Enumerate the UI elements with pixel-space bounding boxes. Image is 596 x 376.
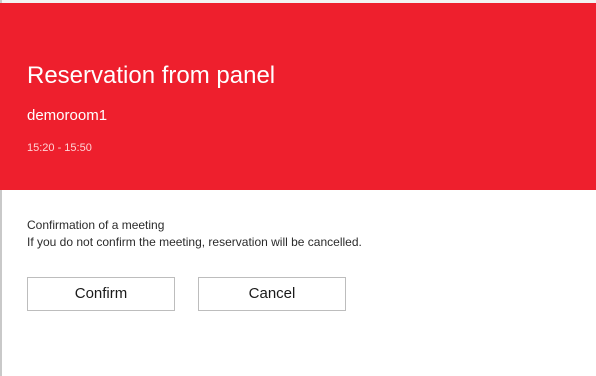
confirm-button[interactable]: Confirm [27, 277, 175, 311]
confirmation-warning: If you do not confirm the meeting, reser… [27, 235, 362, 249]
confirmation-heading: Confirmation of a meeting [27, 218, 165, 232]
reservation-dialog: Reservation from panel demoroom1 15:20 -… [0, 0, 596, 376]
cancel-button[interactable]: Cancel [198, 277, 346, 311]
room-name: demoroom1 [27, 107, 108, 124]
reservation-header: Reservation from panel demoroom1 15:20 -… [0, 3, 596, 190]
page-title: Reservation from panel [27, 62, 276, 89]
time-range: 15:20 - 15:50 [27, 142, 92, 154]
